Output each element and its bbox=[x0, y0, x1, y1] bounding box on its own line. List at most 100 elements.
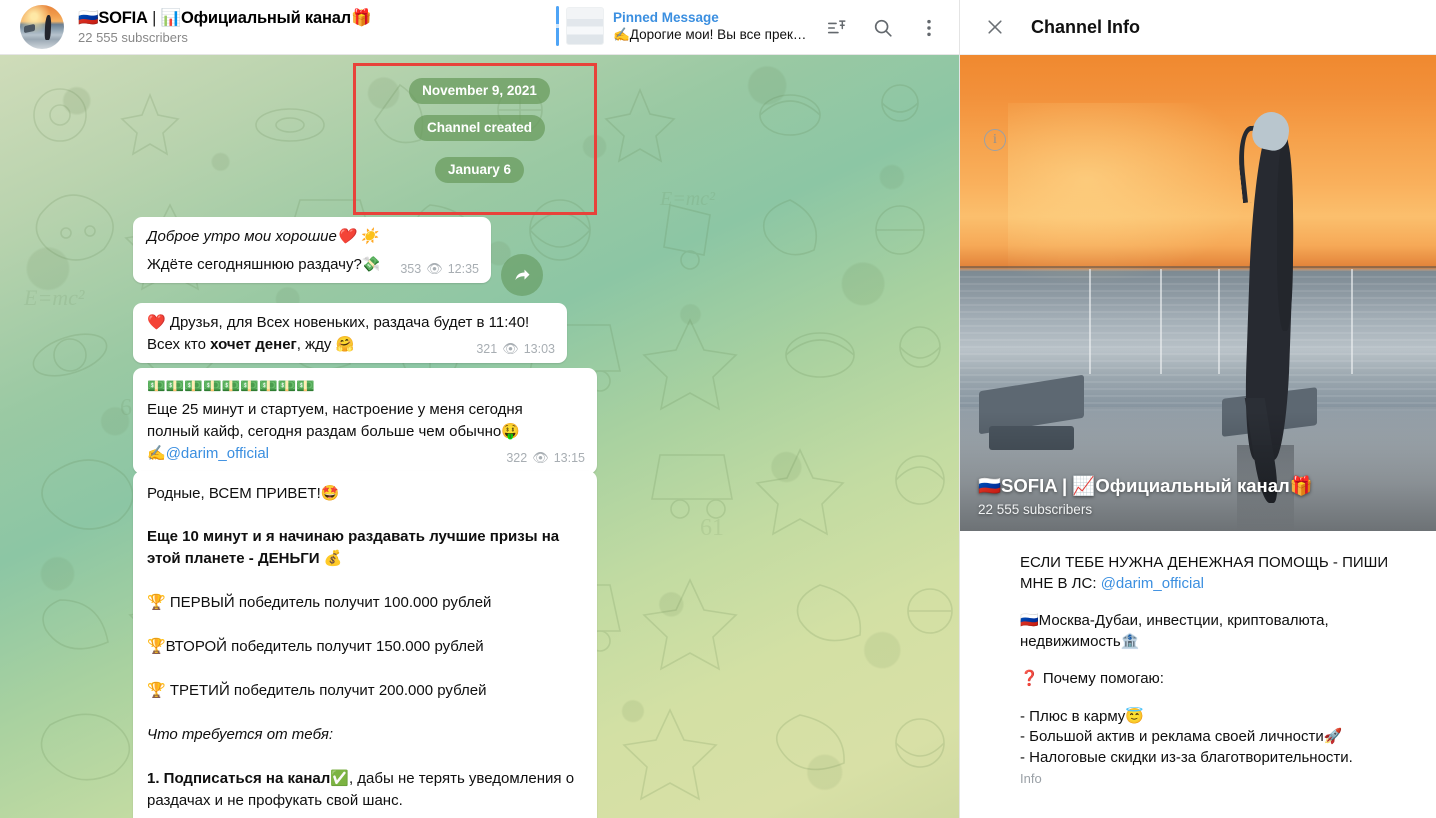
glass-rail bbox=[1088, 269, 1091, 374]
message-4-rule-1: 1. Подписаться на канал✅, дабы не терять… bbox=[147, 770, 575, 809]
message-bubble-4[interactable]: Родные, ВСЕМ ПРИВЕТ!🤩 Еще 10 минут и я н… bbox=[133, 471, 597, 818]
date-chip: November 9, 2021 bbox=[409, 78, 550, 104]
hero-channel-title: 🇷🇺SOFIA | 📈Официальный канал🎁 bbox=[978, 475, 1313, 496]
money-bag-emoji: 💰 bbox=[323, 550, 343, 567]
channel-avatar[interactable] bbox=[20, 5, 64, 49]
hug-emoji: 🤗 bbox=[335, 336, 355, 353]
header-text-block: 🇷🇺SOFIA | 📊Официальный канал🎁 22 555 sub… bbox=[78, 9, 372, 45]
avatar-figure-shape bbox=[43, 14, 51, 40]
flag-emoji: 🇷🇺 bbox=[978, 475, 1002, 496]
info-caption-label: Info bbox=[1020, 771, 1042, 786]
message-time: 13:15 bbox=[553, 451, 585, 465]
subscriber-count: 22 555 subscribers bbox=[78, 30, 188, 45]
pinned-thumbnail bbox=[566, 7, 604, 45]
channel-title-rest: Официальный канал bbox=[181, 9, 351, 27]
money-emoji: 💸 bbox=[361, 256, 381, 273]
date-chip-row-2: January 6 bbox=[0, 157, 959, 183]
date-chip-stack: November 9, 2021 Channel created January… bbox=[0, 78, 959, 194]
message-3-line-4: ✍️@darim_official 322 👁 13:15 bbox=[147, 443, 585, 465]
message-1-line-1: Доброе утро мои хорошие❤️ ☀️ bbox=[147, 228, 379, 245]
check-mark-emoji: ✅ bbox=[330, 770, 349, 787]
message-3-line-2: Еще 25 минут и стартуем, настроение у ме… bbox=[147, 401, 523, 418]
forward-arrow-icon bbox=[515, 269, 530, 280]
channel-hero-photo[interactable]: 🇷🇺SOFIA | 📈Официальный канал🎁 22 555 sub… bbox=[960, 55, 1436, 531]
views-eye-icon: 👁 bbox=[502, 341, 519, 356]
info-bullet-2: - Большой актив и реклама своей личности… bbox=[1020, 728, 1343, 745]
view-count: 321 bbox=[476, 342, 498, 356]
message-2-bold: хочет денег bbox=[210, 336, 297, 353]
message-4-line-2: Еще 10 минут и я начинаю раздавать лучши… bbox=[147, 528, 560, 567]
views-eye-icon: 👁 bbox=[532, 450, 549, 465]
pinned-text-block: Pinned Message ✍️Дорогие мои! Вы все пре… bbox=[613, 9, 806, 44]
info-panel-header: Channel Info bbox=[960, 0, 1436, 55]
message-3-line-3: полный кайф, сегодня раздам больше чем о… bbox=[147, 423, 520, 440]
info-bullet-3: - Налоговые скидки из-за благотворительн… bbox=[1020, 748, 1353, 766]
date-chip-2: January 6 bbox=[434, 157, 525, 183]
gift-emoji: 🎁 bbox=[350, 9, 372, 27]
view-count: 322 bbox=[506, 451, 528, 465]
hero-subscriber-count: 22 555 subscribers bbox=[978, 502, 1093, 517]
more-menu-icon[interactable] bbox=[917, 16, 941, 40]
pinned-label: Pinned Message bbox=[613, 9, 719, 25]
views-eye-icon: 👁 bbox=[426, 261, 443, 276]
message-bubble-2[interactable]: ❤️ Друзья, для Всех новеньких, раздача б… bbox=[133, 303, 567, 363]
horizon-line bbox=[960, 266, 1436, 269]
message-4-line-1: Родные, ВСЕМ ПРИВЕТ!🤩 bbox=[147, 485, 340, 502]
info-desc-line-1: ЕСЛИ ТЕБЕ НУЖНА ДЕНЕЖНАЯ ПОМОЩЬ - ПИШИ М… bbox=[1020, 554, 1389, 592]
money-face-emoji: 🤑 bbox=[501, 423, 520, 440]
search-icon[interactable] bbox=[871, 16, 895, 40]
message-bubble-1[interactable]: Доброе утро мои хорошие❤️ ☀️ Ждёте сегод… bbox=[133, 217, 491, 283]
telegram-window: 🇷🇺SOFIA | 📊Официальный канал🎁 22 555 sub… bbox=[0, 0, 1436, 818]
question-mark-emoji: ❓ bbox=[1020, 670, 1039, 687]
username-link[interactable]: @darim_official bbox=[166, 445, 269, 462]
channel-info-panel: Channel Info 🇷🇺SOFIA | 📈Официальный кана… bbox=[959, 0, 1436, 818]
close-icon[interactable] bbox=[982, 14, 1008, 40]
username-link[interactable]: @darim_official bbox=[1101, 575, 1204, 592]
chart-emoji: 📈 bbox=[1072, 475, 1096, 496]
message-3-meta: 322 👁 13:15 bbox=[506, 447, 585, 469]
glass-rail bbox=[1217, 269, 1220, 374]
view-count: 353 bbox=[400, 262, 422, 276]
message-4-prize-3: 🏆 ТРЕТИЙ победитель получит 200.000 рубл… bbox=[147, 682, 487, 699]
date-chip-row: November 9, 2021 bbox=[0, 78, 959, 104]
service-chip-row: Channel created bbox=[0, 115, 959, 141]
pinned-preview-text: ✍️Дорогие мои! Вы все прек… bbox=[613, 26, 807, 42]
info-desc-line-3: ❓ Почему помогаю: bbox=[1020, 670, 1164, 687]
message-4-prize-1: 🏆 ПЕРВЫЙ победитель получит 100.000 рубл… bbox=[147, 594, 492, 611]
info-description: ЕСЛИ ТЕБЕ НУЖНА ДЕНЕЖНАЯ ПОМОЩЬ - ПИШИ М… bbox=[1020, 553, 1424, 768]
message-2-meta: 321 👁 13:03 bbox=[476, 338, 555, 360]
message-1-meta: 353 👁 12:35 bbox=[400, 258, 479, 280]
glass-rail bbox=[1160, 269, 1163, 374]
avatar-image bbox=[20, 5, 64, 49]
flag-emoji: 🇷🇺 bbox=[78, 9, 99, 27]
chat-column: 🇷🇺SOFIA | 📊Официальный канал🎁 22 555 sub… bbox=[0, 0, 959, 818]
message-2-line-2: Всех кто хочет денег, жду 🤗 321 👁 13:03 bbox=[147, 334, 555, 356]
info-circle-icon: i bbox=[984, 129, 1006, 151]
gift-emoji: 🎁 bbox=[1289, 475, 1313, 496]
info-bullet-1: - Плюс в карму😇 bbox=[1020, 707, 1144, 725]
message-4-question: Что требуется от тебя: bbox=[147, 726, 334, 743]
chart-emoji: 📊 bbox=[160, 9, 182, 27]
figure-hair bbox=[1277, 140, 1294, 332]
pinned-list-icon[interactable] bbox=[825, 16, 849, 40]
info-panel-title: Channel Info bbox=[1031, 16, 1140, 37]
star-struck-emoji: 🤩 bbox=[320, 485, 340, 502]
forward-button[interactable] bbox=[501, 254, 543, 296]
heart-sun-emoji: ❤️ ☀️ bbox=[336, 228, 379, 245]
message-bubble-3[interactable]: 💵💵💵💵💵💵💵💵💵 Еще 25 минут и стартуем, настр… bbox=[133, 368, 597, 474]
info-description-block: ЕСЛИ ТЕБЕ НУЖНА ДЕНЕЖНАЯ ПОМОЩЬ - ПИШИ М… bbox=[960, 531, 1436, 786]
message-time: 12:35 bbox=[447, 262, 479, 276]
header-icon-group bbox=[825, 0, 941, 55]
glass-rail bbox=[1351, 269, 1354, 374]
service-chip-channel-created: Channel created bbox=[413, 115, 546, 141]
sun-glow bbox=[1007, 102, 1271, 293]
writing-hand-emoji: ✍️ bbox=[147, 445, 166, 462]
message-4-prize-2: 🏆ВТОРОЙ победитель получит 150.000 рубле… bbox=[147, 638, 484, 655]
message-3-money-row: 💵💵💵💵💵💵💵💵💵 bbox=[147, 378, 316, 395]
pinned-message-bar[interactable]: Pinned Message ✍️Дорогие мои! Вы все пре… bbox=[556, 6, 806, 46]
pinned-accent-bar bbox=[556, 6, 559, 46]
channel-title-main: SOFIA bbox=[98, 9, 148, 27]
chat-header: 🇷🇺SOFIA | 📊Официальный канал🎁 22 555 sub… bbox=[0, 0, 959, 55]
svg-text:E=mc²: E=mc² bbox=[23, 285, 85, 310]
avatar-chair-shape bbox=[23, 24, 35, 34]
